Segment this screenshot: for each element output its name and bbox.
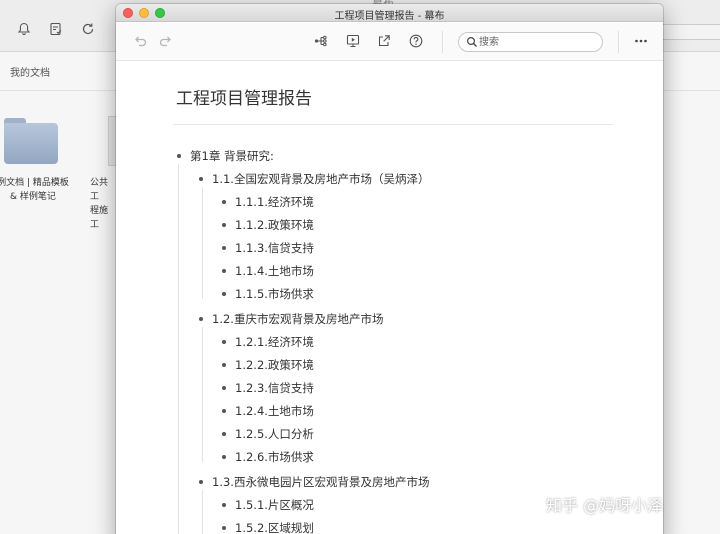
outline-item-text: 1.2.4.土地市场 [235,404,314,418]
outline-item-level-2[interactable]: 1.2.2.政策环境 [222,357,314,373]
outline-item-text: 1.2.3.信贷支持 [235,381,314,395]
outline-item-text: 1.1.1.经济环境 [235,195,314,209]
outline-item-text: 1.1.5.市场供求 [235,287,314,301]
outline-item-level-2[interactable]: 1.1.4.土地市场 [222,263,314,279]
more-icon[interactable] [632,33,650,51]
bullet-dot-icon[interactable] [222,246,226,250]
checklist-icon[interactable] [47,22,65,40]
bullet-dot-icon[interactable] [222,200,226,204]
outline-item-text: 第1章 背景研究: [190,149,274,163]
mindmap-icon[interactable] [312,33,330,51]
share-icon[interactable] [375,33,393,51]
search-box[interactable] [458,32,603,52]
title-bar[interactable]: 工程项目管理报告 - 幕布 [116,4,663,22]
redo-icon[interactable] [157,33,175,51]
outline-item-level-2[interactable]: 1.2.4.土地市场 [222,403,314,419]
watermark: 知乎 @妈呀小泽 [546,496,664,515]
bullet-dot-icon[interactable] [199,480,203,484]
outline-item-level-2[interactable]: 1.2.1.经济环境 [222,334,314,350]
presentation-icon[interactable] [344,33,362,51]
outline-item-level-2[interactable]: 1.1.2.政策环境 [222,217,314,233]
bullet-dot-icon[interactable] [222,386,226,390]
outline-guide-line [202,327,203,462]
outline-item-text: 1.2.重庆市宏观背景及房地产市场 [212,312,384,326]
window-title: 工程项目管理报告 - 幕布 [334,11,445,22]
my-documents-tab[interactable]: 我的文档 [10,64,50,79]
outline-item-level-0[interactable]: 第1章 背景研究: [177,148,274,164]
outline-guide-line [202,187,203,299]
outline-item-level-2[interactable]: 1.1.3.信贷支持 [222,240,314,256]
outline-guide-line [178,164,179,534]
search-icon [466,36,478,48]
outline-item-text: 1.2.2.政策环境 [235,358,314,372]
document-title[interactable]: 工程项目管理报告 [176,84,312,109]
outline-item-text: 1.2.6.市场供求 [235,450,314,464]
bullet-dot-icon[interactable] [222,292,226,296]
search-input[interactable] [479,35,597,49]
background-search-bar[interactable] [662,24,720,40]
outline-item-text: 1.2.5.人口分析 [235,427,314,441]
outline-item-level-1[interactable]: 1.1.全国宏观背景及房地产市场（吴炳泽） [199,171,430,187]
outline-item-text: 1.1.2.政策环境 [235,218,314,232]
outline-item-text: 1.1.3.信贷支持 [235,241,314,255]
outline-item-level-2[interactable]: 1.1.1.经济环境 [222,194,314,210]
bullet-dot-icon[interactable] [222,223,226,227]
outline-item-level-2[interactable]: 1.5.1.片区概况 [222,497,314,513]
outline-item-text: 1.5.1.片区概况 [235,498,314,512]
outline-item-level-2[interactable]: 1.2.3.信贷支持 [222,380,314,396]
folder-icon[interactable] [4,118,58,164]
document-window: 工程项目管理报告 - 幕布 搜索 工程项目管理报告 第1章 背景研究: 1.1.… [116,4,663,534]
title-divider [173,124,613,125]
bullet-dot-icon[interactable] [199,177,203,181]
bullet-dot-icon[interactable] [222,503,226,507]
bullet-dot-icon[interactable] [222,409,226,413]
document-label[interactable]: 公共工 程施工 [90,176,116,232]
outline-item-text: 1.3.西永微电园片区宏观背景及房地产市场 [212,475,430,489]
bullet-dot-icon[interactable] [222,526,226,530]
outline-item-level-2[interactable]: 1.2.5.人口分析 [222,426,314,442]
bullet-dot-icon[interactable] [222,269,226,273]
bullet-dot-icon[interactable] [222,340,226,344]
outline-item-text: 1.1.4.土地市场 [235,264,314,278]
outline-item-level-2[interactable]: 1.2.6.市场供求 [222,449,314,465]
refresh-icon[interactable] [79,22,97,40]
outline-item-text: 1.1.全国宏观背景及房地产市场（吴炳泽） [212,172,430,186]
outline-item-level-1[interactable]: 1.3.西永微电园片区宏观背景及房地产市场 [199,474,430,490]
outline-item-level-2[interactable]: 1.1.5.市场供求 [222,286,314,302]
bell-icon[interactable] [15,22,33,40]
bullet-dot-icon[interactable] [222,363,226,367]
toolbar-separator [618,31,619,53]
editor-toolbar [116,23,663,61]
folder-label[interactable]: 例文档 | 精品模板 & 样例笔记 [0,176,70,204]
undo-icon[interactable] [131,33,149,51]
outline-item-level-2[interactable]: 1.5.2.区域规划 [222,520,314,534]
toolbar-separator [442,31,443,53]
bullet-dot-icon[interactable] [177,154,181,158]
document-content: 工程项目管理报告 第1章 背景研究: 1.1.全国宏观背景及房地产市场（吴炳泽） 1… [116,62,663,534]
bullet-dot-icon[interactable] [199,317,203,321]
bullet-dot-icon[interactable] [222,432,226,436]
outline-item-level-1[interactable]: 1.2.重庆市宏观背景及房地产市场 [199,311,384,327]
bullet-dot-icon[interactable] [222,455,226,459]
outline-item-text: 1.2.1.经济环境 [235,335,314,349]
help-icon[interactable] [407,33,425,51]
outline-guide-line [202,490,203,534]
outline-item-text: 1.5.2.区域规划 [235,521,314,534]
